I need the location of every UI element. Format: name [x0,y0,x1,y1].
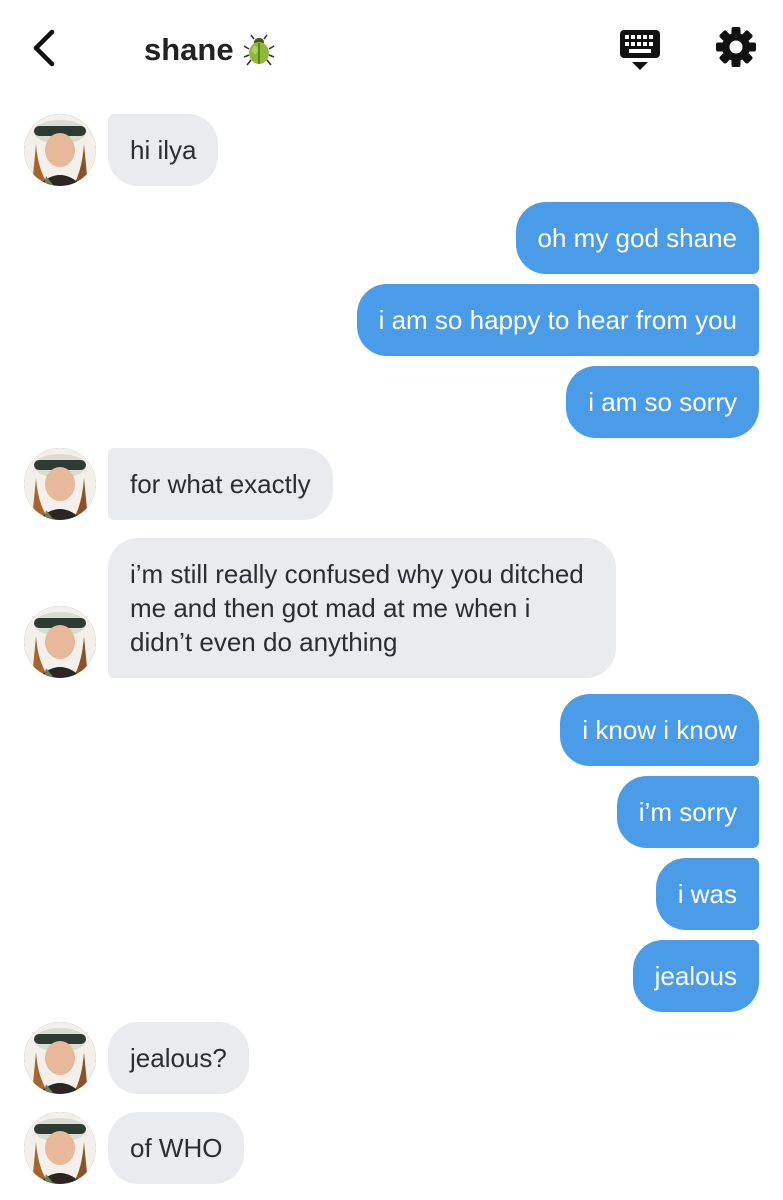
chat-header: shane [0,0,783,100]
incoming-message[interactable]: of WHO [108,1112,245,1184]
settings-button[interactable] [714,25,758,69]
contact-avatar[interactable] [24,1022,96,1094]
avatar-photo [24,114,96,186]
contact-name: shane [144,32,234,67]
incoming-message[interactable]: i’m still really confused why you ditche… [108,538,616,678]
outgoing-message[interactable]: i am so happy to hear from you [356,284,759,356]
keyboard-button[interactable] [618,26,662,72]
avatar-photo [24,448,96,520]
outgoing-message[interactable]: jealous [632,940,759,1012]
incoming-message[interactable]: hi ilya [108,114,219,186]
incoming-message[interactable]: jealous? [108,1022,249,1094]
chat-title[interactable]: shane [144,28,276,72]
gear-icon [716,27,756,67]
outgoing-message[interactable]: oh my god shane [515,202,759,274]
outgoing-message[interactable]: i am so sorry [566,366,759,438]
contact-avatar[interactable] [24,606,96,678]
outgoing-message[interactable]: i was [655,858,759,930]
back-button[interactable] [28,26,64,70]
avatar-photo [24,1112,96,1184]
beetle-icon [243,34,275,66]
contact-avatar[interactable] [24,114,96,186]
incoming-message[interactable]: for what exactly [108,448,333,520]
keyboard-icon [620,30,660,70]
outgoing-message[interactable]: i know i know [560,694,759,766]
contact-avatar[interactable] [24,1112,96,1184]
chevron-left-icon [33,29,55,67]
avatar-photo [24,1022,96,1094]
outgoing-message[interactable]: i’m sorry [616,776,759,848]
avatar-photo [24,606,96,678]
contact-avatar[interactable] [24,448,96,520]
